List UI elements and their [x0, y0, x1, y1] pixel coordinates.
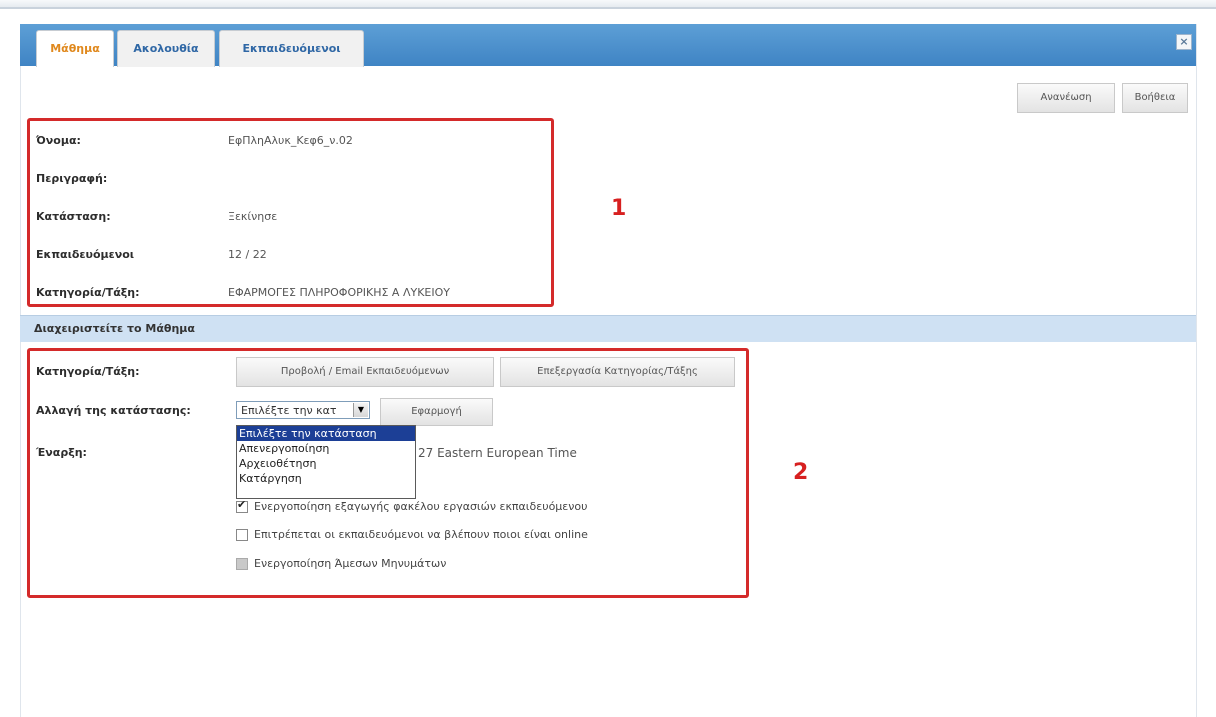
window-top-edge	[0, 0, 1216, 9]
tab-course-label: Μάθημα	[50, 42, 100, 55]
category-label: Κατηγορία/Τάξη:	[36, 286, 140, 299]
instant-messages-label: Ενεργοποίηση Άμεσων Μηνυμάτων	[254, 557, 447, 570]
start-value: 27 Eastern European Time	[418, 446, 577, 460]
description-label: Περιγραφή:	[36, 172, 108, 185]
chevron-down-icon[interactable]: ▼	[353, 403, 368, 417]
status-select[interactable]: Επιλέξτε την κατ ▼	[236, 401, 370, 419]
close-icon[interactable]: ×	[1176, 34, 1192, 50]
export-folder-checkbox[interactable]	[236, 498, 248, 513]
trainees-value: 12 / 22	[228, 248, 267, 261]
tab-sequence-label: Ακολουθία	[133, 42, 199, 55]
status-label: Κατάσταση:	[36, 210, 111, 223]
tab-course[interactable]: Μάθημα	[36, 30, 114, 67]
status-change-label: Αλλαγή της κατάστασης:	[36, 404, 191, 417]
help-button[interactable]: Βοήθεια	[1122, 83, 1188, 113]
export-folder-label: Ενεργοποίηση εξαγωγής φακέλου εργασιών ε…	[254, 500, 588, 513]
view-email-trainees-button[interactable]: Προβολή / Email Εκπαιδευόμενων	[236, 357, 494, 387]
category-value: ΕΦΑΡΜΟΓΕΣ ΠΛΗΡΟΦΟΡΙΚΗΣ Α ΛΥΚΕΙΟΥ	[228, 286, 450, 299]
callout-2: 2	[793, 460, 809, 485]
status-dropdown: Επιλέξτε την κατάσταση Απενεργοποίηση Αρ…	[236, 425, 416, 499]
instant-messages-checkbox	[236, 558, 248, 570]
trainees-label: Εκπαιδευόμενοι	[36, 248, 135, 261]
name-label: Όνομα:	[36, 134, 81, 147]
dropdown-option[interactable]: Απενεργοποίηση	[237, 441, 415, 456]
edit-category-button[interactable]: Επεξεργασία Κατηγορίας/Τάξης	[500, 357, 735, 387]
online-visibility-label: Επιτρέπεται οι εκπαιδευόμενοι να βλέπουν…	[254, 528, 588, 541]
callout-1: 1	[611, 196, 627, 221]
status-select-value: Επιλέξτε την κατ	[241, 404, 337, 417]
dropdown-option[interactable]: Αρχειοθέτηση	[237, 456, 415, 471]
name-value: ΕφΠληΑλυκ_Κεφ6_ν.02	[228, 134, 353, 147]
dropdown-option[interactable]: Κατάργηση	[237, 471, 415, 486]
online-visibility-checkbox[interactable]	[236, 529, 248, 541]
dropdown-option[interactable]: Επιλέξτε την κατάσταση	[237, 426, 415, 441]
refresh-button[interactable]: Ανανέωση	[1017, 83, 1115, 113]
tab-trainees[interactable]: Εκπαιδευόμενοι	[219, 30, 364, 67]
start-label: Έναρξη:	[36, 446, 87, 459]
status-value: Ξεκίνησε	[228, 210, 278, 223]
tab-trainees-label: Εκπαιδευόμενοι	[242, 42, 341, 55]
manage-section-header: Διαχειριστείτε το Μάθημα	[20, 315, 1196, 342]
tab-bar: Μάθημα Ακολουθία Εκπαιδευόμενοι ×	[20, 24, 1196, 67]
manage-category-label: Κατηγορία/Τάξη:	[36, 365, 140, 378]
tab-sequence[interactable]: Ακολουθία	[117, 30, 215, 67]
apply-button[interactable]: Εφαρμογή	[380, 398, 493, 426]
manage-section-title: Διαχειριστείτε το Μάθημα	[34, 322, 195, 335]
